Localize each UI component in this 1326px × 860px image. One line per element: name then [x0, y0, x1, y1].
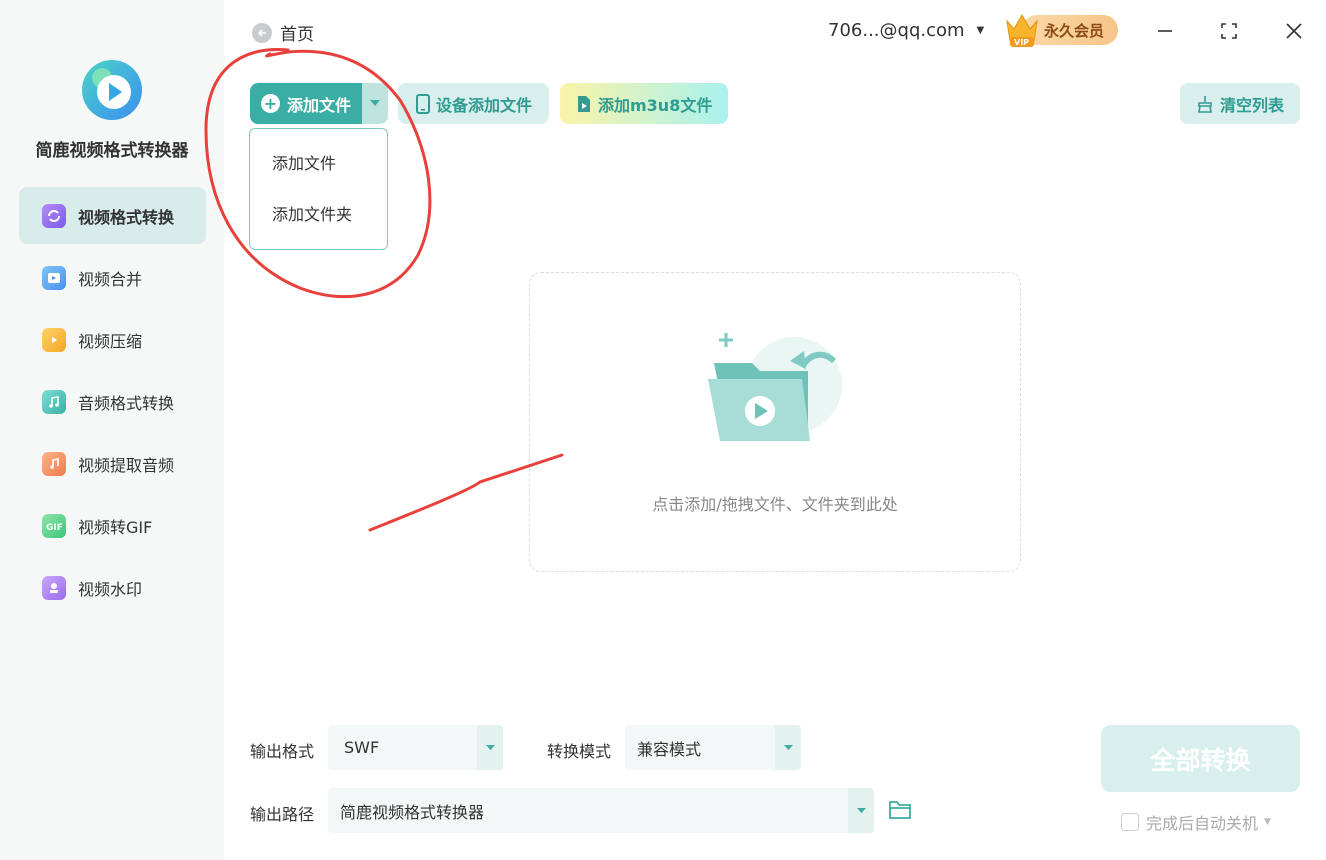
caret-down-icon: ▼ [976, 25, 985, 36]
phone-icon [416, 93, 430, 114]
sidebar-item-label: 视频格式转换 [78, 207, 175, 227]
output-path-value: 简鹿视频格式转换器 [340, 802, 485, 822]
sidebar-item-extract-audio[interactable]: 视频提取音频 [19, 435, 206, 492]
file-drop-zone[interactable]: 点击添加/拖拽文件、文件夹到此处 [529, 272, 1021, 572]
m3u8-file-icon [576, 95, 592, 113]
convert-all-button[interactable]: 全部转换 [1101, 725, 1300, 792]
output-format-select[interactable]: SWF [328, 725, 503, 770]
maximize-button[interactable] [1216, 18, 1242, 44]
plus-icon: + [261, 94, 280, 113]
sidebar-item-label: 视频提取音频 [78, 455, 175, 475]
video-compress-icon [42, 327, 66, 352]
sidebar-item-gif[interactable]: GIF 视频转GIF [19, 497, 206, 554]
sidebar-item-label: 视频压缩 [78, 331, 143, 351]
user-account-menu[interactable]: 706...@qq.com ▼ [828, 20, 984, 41]
open-folder-button[interactable] [888, 799, 914, 823]
home-back-button[interactable]: 首页 [252, 20, 314, 45]
sidebar-item-watermark[interactable]: 视频水印 [19, 559, 206, 616]
sidebar-item-video-compress[interactable]: 视频压缩 [19, 311, 206, 368]
output-format-label: 输出格式 [250, 742, 315, 761]
add-file-split-button: + 添加文件 [250, 83, 388, 124]
conversion-mode-value: 兼容模式 [637, 739, 702, 759]
crown-icon: VIP [1006, 13, 1038, 47]
caret-down-icon [848, 788, 874, 833]
sidebar-nav: 视频格式转换 视频合并 视频压缩 音频格式转换 视频提取音频 GIF 视频转GI… [19, 187, 206, 621]
add-m3u8-label: 添加m3u8文件 [598, 95, 713, 115]
video-merge-icon [42, 265, 66, 290]
sidebar-item-video-convert[interactable]: 视频格式转换 [19, 187, 206, 244]
svg-text:GIF: GIF [46, 523, 63, 532]
audio-convert-icon [42, 389, 66, 414]
output-format-value: SWF [344, 738, 380, 757]
auto-shutdown-checkbox[interactable] [1121, 813, 1139, 831]
app-name: 简鹿视频格式转换器 [35, 141, 189, 161]
add-file-dropdown-menu: 添加文件 添加文件夹 [249, 128, 388, 250]
add-m3u8-button[interactable]: 添加m3u8文件 [560, 83, 728, 124]
add-file-button[interactable]: + 添加文件 [250, 83, 362, 124]
arrow-left-icon [252, 22, 272, 43]
drop-zone-hint: 点击添加/拖拽文件、文件夹到此处 [652, 495, 898, 514]
menu-item-add-folder[interactable]: 添加文件夹 [250, 193, 387, 244]
vip-badge[interactable]: 永久会员 VIP [1004, 11, 1118, 49]
gif-icon: GIF [42, 513, 66, 538]
broom-icon [1196, 95, 1214, 113]
sidebar-item-video-merge[interactable]: 视频合并 [19, 249, 206, 306]
svg-text:VIP: VIP [1014, 38, 1029, 47]
add-file-label: 添加文件 [287, 95, 352, 115]
home-label: 首页 [280, 25, 314, 45]
folder-icon [889, 801, 911, 819]
add-file-dropdown-toggle[interactable] [362, 83, 388, 124]
sidebar-item-label: 视频转GIF [78, 517, 153, 537]
sidebar: 简鹿视频格式转换器 视频格式转换 视频合并 视频压缩 音频格式转换 视频提取音频… [0, 0, 224, 860]
caret-down-icon [775, 725, 801, 770]
sidebar-item-label: 音频格式转换 [78, 393, 175, 413]
minimize-button[interactable] [1152, 18, 1178, 44]
watermark-icon [42, 575, 66, 600]
maximize-icon [1221, 23, 1237, 39]
extract-audio-icon [42, 451, 66, 476]
menu-item-add-file[interactable]: 添加文件 [250, 142, 387, 193]
close-icon [1286, 23, 1302, 39]
auto-shutdown-label: 完成后自动关机 [1146, 814, 1259, 833]
conversion-mode-label: 转换模式 [547, 742, 612, 761]
output-path-label: 输出路径 [250, 805, 315, 824]
app-logo-icon [82, 60, 142, 120]
user-email: 706...@qq.com [828, 20, 965, 41]
video-convert-icon [42, 203, 66, 228]
sidebar-item-label: 视频水印 [78, 579, 143, 599]
device-add-label: 设备添加文件 [436, 95, 533, 115]
sidebar-item-audio-convert[interactable]: 音频格式转换 [19, 373, 206, 430]
close-button[interactable] [1281, 18, 1307, 44]
conversion-mode-select[interactable]: 兼容模式 [625, 725, 801, 770]
folder-video-icon [708, 333, 842, 441]
clear-list-label: 清空列表 [1220, 95, 1285, 115]
auto-shutdown-option[interactable]: 完成后自动关机 ▼ [1121, 810, 1271, 834]
caret-down-icon [477, 725, 503, 770]
caret-down-icon: ▼ [1264, 817, 1271, 827]
device-add-file-button[interactable]: 设备添加文件 [398, 83, 549, 124]
output-path-select[interactable]: 简鹿视频格式转换器 [328, 788, 874, 833]
minimize-icon [1158, 30, 1172, 32]
clear-list-button[interactable]: 清空列表 [1180, 83, 1300, 124]
sidebar-item-label: 视频合并 [78, 269, 143, 289]
caret-down-icon [370, 100, 380, 106]
